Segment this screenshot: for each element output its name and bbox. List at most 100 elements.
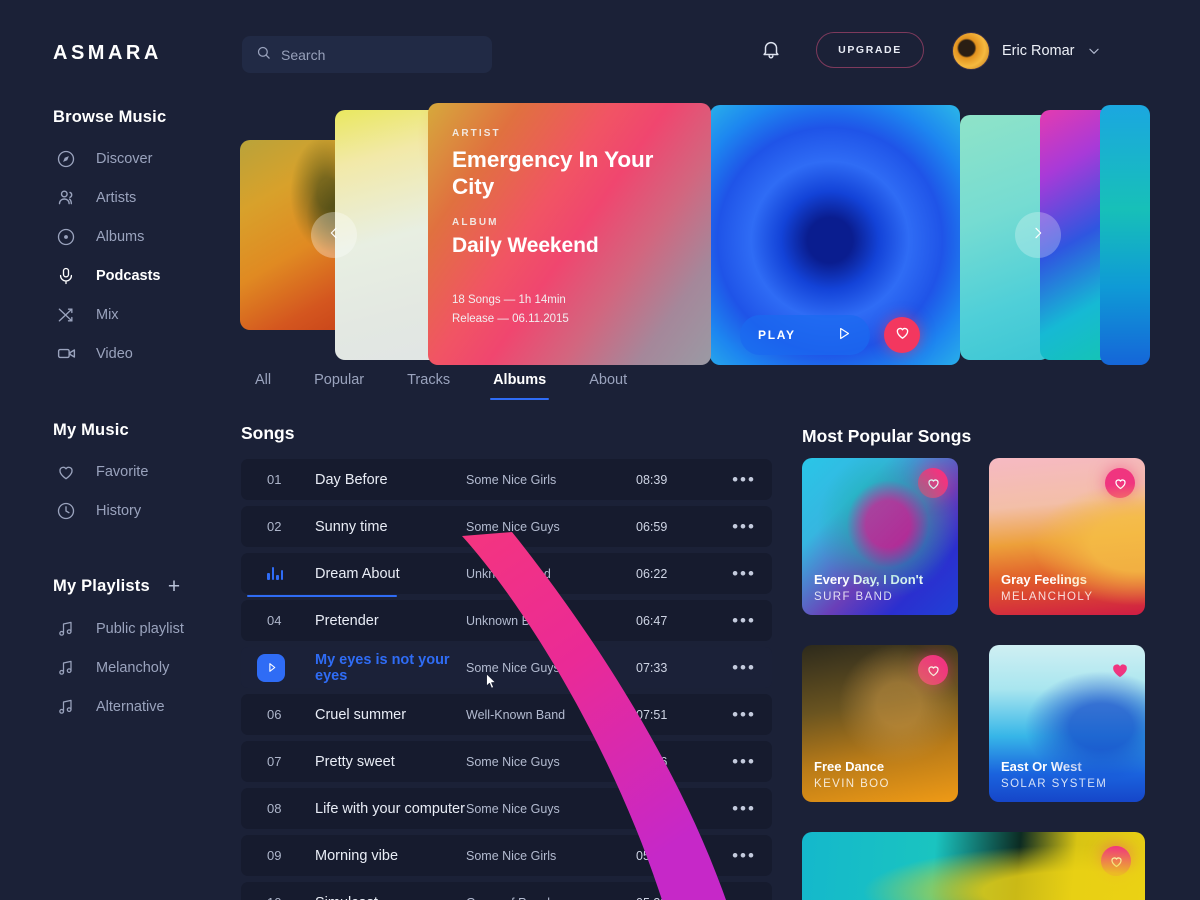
- ellipsis-icon[interactable]: •••: [716, 705, 772, 725]
- app-logo[interactable]: ASMARA: [53, 42, 162, 65]
- popular-card[interactable]: Every Day, I Don't SURF BAND: [802, 458, 958, 615]
- sidebar-item-public-playlist[interactable]: Public playlist: [0, 609, 230, 648]
- track-number: 09: [267, 848, 282, 863]
- chevron-down-icon[interactable]: [1087, 44, 1101, 58]
- track-artist: Some Nice Girls: [466, 848, 557, 863]
- track-title: Pretty sweet: [315, 753, 395, 770]
- track-duration: 07:33: [636, 660, 668, 675]
- album-release-meta: Release — 06.11.2015: [452, 313, 569, 325]
- track-title: Dream About: [315, 565, 400, 582]
- ellipsis-icon[interactable]: •••: [716, 517, 772, 537]
- music-note-icon: [55, 618, 77, 640]
- bell-icon[interactable]: [760, 38, 784, 62]
- sidebar-item-favorite[interactable]: Favorite: [0, 452, 230, 491]
- search-field[interactable]: Search: [242, 36, 492, 73]
- table-row[interactable]: 06 Cruel summer Well-Known Band 07:51 ••…: [241, 694, 772, 735]
- popular-card-title: East Or West: [1001, 759, 1082, 774]
- popular-card[interactable]: Gray Feelings MELANCHOLY: [989, 458, 1145, 615]
- sidebar-item-artists[interactable]: Artists: [0, 178, 230, 217]
- sidebar-item-label: Melancholy: [96, 659, 170, 676]
- table-row[interactable]: My eyes is not your eyes Some Nice Guys …: [241, 647, 772, 688]
- heart-outline-icon[interactable]: [918, 468, 948, 498]
- popular-card-title: Gray Feelings: [1001, 572, 1087, 587]
- ellipsis-icon[interactable]: •••: [716, 611, 772, 631]
- track-artist: Some Nice Guys: [466, 754, 560, 769]
- popular-card[interactable]: East Or West SOLAR SYSTEM: [989, 645, 1145, 802]
- ellipsis-icon[interactable]: •••: [716, 470, 772, 490]
- users-icon: [55, 187, 77, 209]
- table-row[interactable]: Dream About Unknown Band 06:22 •••: [241, 553, 772, 597]
- heart-outline-icon[interactable]: [1105, 468, 1135, 498]
- table-row[interactable]: 10 Simulcast Group of People 05:32 •••: [241, 882, 772, 900]
- table-row[interactable]: 09 Morning vibe Some Nice Girls 05:44 ••…: [241, 835, 772, 876]
- popular-card-text: Gray Feelings MELANCHOLY: [1001, 572, 1093, 603]
- track-title: Sunny time: [315, 518, 388, 535]
- heart-icon: [55, 461, 77, 483]
- table-row[interactable]: 01 Day Before Some Nice Girls 08:39 •••: [241, 459, 772, 500]
- plus-icon[interactable]: +: [168, 576, 180, 597]
- ellipsis-icon[interactable]: •••: [716, 658, 772, 678]
- profile-menu[interactable]: Eric Romar: [952, 28, 1146, 73]
- track-artist: Some Nice Guys: [466, 801, 560, 816]
- carousel-card[interactable]: [1100, 105, 1150, 365]
- tab-popular[interactable]: Popular: [314, 372, 364, 400]
- popular-card[interactable]: Free Dance KEVIN BOO: [802, 645, 958, 802]
- play-button[interactable]: PLAY: [740, 315, 870, 355]
- search-icon: [256, 45, 271, 65]
- equalizer-icon: [241, 567, 315, 580]
- sidebar-item-label: Artists: [96, 189, 137, 206]
- carousel-prev-button[interactable]: [311, 212, 357, 258]
- sidebar-item-video[interactable]: Video: [0, 334, 230, 373]
- tab-all[interactable]: All: [255, 372, 271, 400]
- popular-card-wide[interactable]: [802, 832, 1145, 900]
- sidebar-item-albums[interactable]: Albums: [0, 217, 230, 256]
- sidebar-item-discover[interactable]: Discover: [0, 139, 230, 178]
- ellipsis-icon[interactable]: •••: [716, 564, 772, 584]
- popular-card-subtitle: KEVIN BOO: [814, 778, 890, 790]
- track-title: My eyes is not your eyes: [315, 651, 450, 684]
- play-button-label: PLAY: [758, 328, 796, 342]
- table-row[interactable]: 02 Sunny time Some Nice Guys 06:59 •••: [241, 506, 772, 547]
- sidebar-item-podcasts[interactable]: Podcasts: [0, 256, 230, 295]
- heart-outline-icon[interactable]: [1101, 846, 1131, 876]
- tab-tracks[interactable]: Tracks: [407, 372, 450, 400]
- popular-card-title: Free Dance: [814, 759, 885, 774]
- shuffle-icon: [55, 304, 77, 326]
- ellipsis-icon[interactable]: •••: [716, 893, 772, 900]
- track-duration: 06:22: [636, 566, 668, 581]
- album-name: Daily Weekend: [452, 234, 599, 257]
- sidebar-item-melancholy[interactable]: Melancholy: [0, 648, 230, 687]
- featured-album-card[interactable]: ARTIST Emergency In Your City ALBUM Dail…: [428, 103, 711, 365]
- table-row[interactable]: 08 Life with your computer Some Nice Guy…: [241, 788, 772, 829]
- sidebar-section-mymusic-title: My Music: [53, 421, 129, 439]
- tab-about[interactable]: About: [589, 372, 627, 400]
- ellipsis-icon[interactable]: •••: [716, 846, 772, 866]
- sidebar: Browse Music Discover Artists Albums Pod…: [0, 100, 230, 726]
- table-row[interactable]: 07 Pretty sweet Some Nice Guys 07:16 •••: [241, 741, 772, 782]
- sidebar-section-browse-title: Browse Music: [53, 108, 167, 126]
- row-play-button[interactable]: [241, 653, 315, 682]
- track-duration: 05:44: [636, 848, 668, 863]
- upgrade-button[interactable]: UPGRADE: [816, 32, 924, 68]
- album-carousel[interactable]: ARTIST Emergency In Your City ALBUM Dail…: [240, 103, 1150, 365]
- heart-icon: [894, 324, 911, 346]
- sidebar-item-label: Video: [96, 345, 133, 362]
- track-title: Simulcast: [315, 895, 466, 900]
- artist-kicker-label: ARTIST: [452, 128, 501, 139]
- popular-card-subtitle: SOLAR SYSTEM: [1001, 778, 1108, 790]
- track-artist: Some Nice Guys: [466, 519, 560, 534]
- sidebar-item-history[interactable]: History: [0, 491, 230, 530]
- carousel-next-button[interactable]: [1015, 212, 1061, 258]
- like-button[interactable]: [884, 317, 920, 353]
- sidebar-section-playlists-title: My Playlists: [53, 577, 150, 595]
- video-camera-icon: [55, 343, 77, 365]
- table-row[interactable]: 04 Pretender Unknown Band 06:47 •••: [241, 600, 772, 641]
- tab-albums[interactable]: Albums: [490, 372, 550, 400]
- ellipsis-icon[interactable]: •••: [716, 752, 772, 772]
- sidebar-item-alternative[interactable]: Alternative: [0, 687, 230, 726]
- ellipsis-icon[interactable]: •••: [716, 799, 772, 819]
- heart-outline-icon[interactable]: [918, 655, 948, 685]
- album-songs-meta: 18 Songs — 1h 14min: [452, 294, 566, 306]
- sidebar-item-mix[interactable]: Mix: [0, 295, 230, 334]
- heart-filled-icon[interactable]: [1105, 655, 1135, 685]
